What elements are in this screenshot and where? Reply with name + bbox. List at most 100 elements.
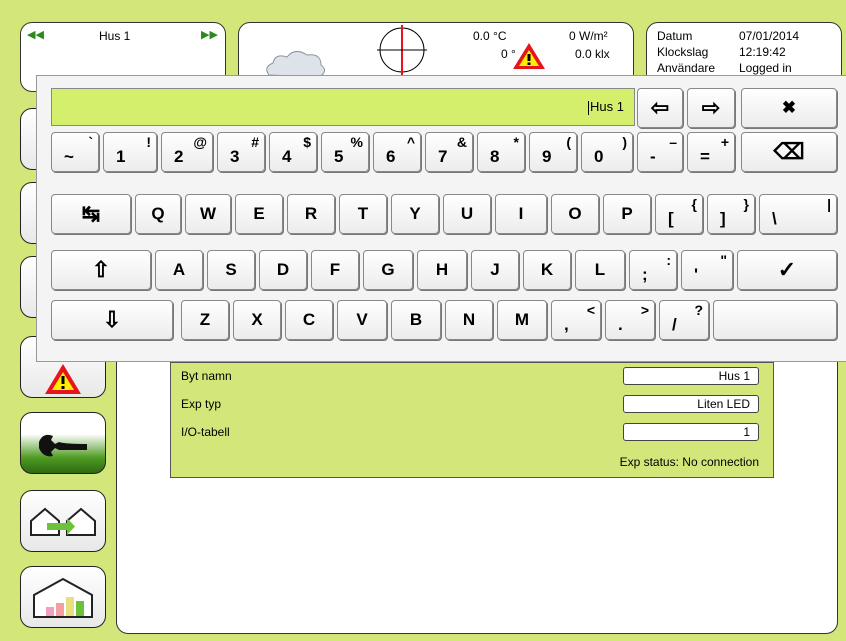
tab-button[interactable]: ↹: [51, 194, 131, 234]
key-w[interactable]: W: [185, 194, 231, 234]
key-shift-char: :: [666, 252, 671, 268]
key-right-bracket[interactable]: ]}: [707, 194, 755, 234]
key-char: Y: [409, 204, 421, 223]
key-shift-char: ^: [406, 134, 415, 150]
keyboard-input-field[interactable]: Hus 1: [51, 88, 635, 126]
key-char: Q: [151, 204, 165, 223]
key-char: I: [518, 204, 524, 223]
key-v[interactable]: V: [337, 300, 387, 340]
key-a[interactable]: A: [155, 250, 203, 290]
key-minus[interactable]: - –: [637, 132, 683, 172]
key-left-bracket[interactable]: [{: [655, 194, 703, 234]
key-g[interactable]: G: [363, 250, 413, 290]
key-k[interactable]: K: [523, 250, 571, 290]
key-u[interactable]: U: [443, 194, 491, 234]
key-f[interactable]: F: [311, 250, 359, 290]
key-0[interactable]: 0): [581, 132, 633, 172]
key-main-char: 1: [116, 147, 126, 166]
service-button[interactable]: [20, 412, 106, 474]
key-t[interactable]: T: [339, 194, 387, 234]
key-shift-char: ): [622, 134, 627, 150]
alarm-warning-icon[interactable]: [511, 41, 547, 71]
key-comma[interactable]: , <: [551, 300, 601, 340]
wrench-icon: [39, 434, 87, 457]
key-char: S: [225, 260, 237, 279]
key-equals[interactable]: = +: [687, 132, 735, 172]
key-s[interactable]: S: [207, 250, 255, 290]
key-9[interactable]: 9(: [529, 132, 577, 172]
backspace-button[interactable]: ⌫: [741, 132, 837, 172]
key-backslash[interactable]: \ |: [759, 194, 837, 234]
key-shift-char: ?: [694, 302, 703, 318]
key-l[interactable]: L: [575, 250, 625, 290]
exp-typ-label: Exp typ: [181, 397, 222, 411]
io-tabell-field[interactable]: 1: [623, 423, 759, 441]
key-semicolon[interactable]: ;:: [629, 250, 677, 290]
key-char: F: [329, 260, 341, 279]
key-4[interactable]: 4 $: [269, 132, 317, 172]
key-shift-char: @: [193, 134, 207, 150]
key-apostrophe[interactable]: ' ": [681, 250, 733, 290]
key-1[interactable]: 1!: [103, 132, 157, 172]
key-slash[interactable]: /?: [659, 300, 709, 340]
houses-transfer-icon: [30, 507, 96, 536]
exp-typ-field[interactable]: Liten LED: [623, 395, 759, 413]
key-char: V: [356, 310, 368, 329]
space-button[interactable]: [713, 300, 837, 340]
key-x[interactable]: X: [233, 300, 281, 340]
close-keyboard-button[interactable]: ✖: [741, 88, 837, 128]
key-r[interactable]: R: [287, 194, 335, 234]
key-shift-char: (: [566, 134, 571, 150]
key-6[interactable]: 6 ^: [373, 132, 421, 172]
key-c[interactable]: C: [285, 300, 333, 340]
key-char: H: [435, 260, 449, 279]
cursor-left-button[interactable]: ⇦: [637, 88, 683, 128]
key-j[interactable]: J: [471, 250, 519, 290]
key-shift-char: %: [350, 134, 363, 150]
key-char: C: [302, 310, 316, 329]
house-transfer-button[interactable]: [20, 490, 106, 552]
tab-icon: ↹: [81, 201, 101, 226]
key-o[interactable]: O: [551, 194, 599, 234]
key-main-char: 7: [438, 147, 448, 166]
key-m[interactable]: M: [497, 300, 547, 340]
key-8[interactable]: 8 *: [477, 132, 525, 172]
key-h[interactable]: H: [417, 250, 467, 290]
key-e[interactable]: E: [235, 194, 283, 234]
key-shift-char: {: [691, 196, 697, 212]
key-y[interactable]: Y: [391, 194, 439, 234]
next-house-icon[interactable]: ▶▶: [201, 28, 218, 41]
key-d[interactable]: D: [259, 250, 307, 290]
key-period[interactable]: . >: [605, 300, 655, 340]
key-char: D: [276, 260, 290, 279]
arrow-left-icon: ⇦: [650, 95, 670, 120]
down-shift-button[interactable]: ⇩: [51, 300, 173, 340]
exp-status-text: Exp status: No connection: [619, 455, 759, 469]
key-shift-char: &: [456, 134, 467, 150]
key-3[interactable]: 3 #: [217, 132, 265, 172]
key-i[interactable]: I: [495, 194, 547, 234]
key-shift-char: *: [513, 134, 519, 150]
datum-value: 07/01/2014: [739, 29, 800, 43]
klockslag-value: 12:19:42: [739, 45, 786, 59]
cursor-right-button[interactable]: ⇨: [687, 88, 735, 128]
byt-namn-field[interactable]: Hus 1: [623, 367, 759, 385]
key-p[interactable]: P: [603, 194, 651, 234]
key-5[interactable]: 5%: [321, 132, 369, 172]
key-2[interactable]: 2 @: [161, 132, 213, 172]
previous-house-icon[interactable]: ◀◀: [27, 28, 44, 41]
key-char: E: [253, 204, 265, 223]
key-7[interactable]: 7 &: [425, 132, 473, 172]
key-n[interactable]: N: [445, 300, 493, 340]
key-tilde[interactable]: ~ `: [51, 132, 99, 172]
enter-button[interactable]: ✓: [737, 250, 837, 290]
statistics-button[interactable]: [20, 566, 106, 628]
key-q[interactable]: Q: [135, 194, 181, 234]
shift-icon: ⇧: [91, 257, 111, 282]
alarm-icon: [45, 364, 81, 394]
shift-button[interactable]: ⇧: [51, 250, 151, 290]
key-char: M: [514, 310, 530, 329]
key-b[interactable]: B: [391, 300, 441, 340]
wind-direction-icon: [377, 25, 427, 75]
key-z[interactable]: Z: [181, 300, 229, 340]
